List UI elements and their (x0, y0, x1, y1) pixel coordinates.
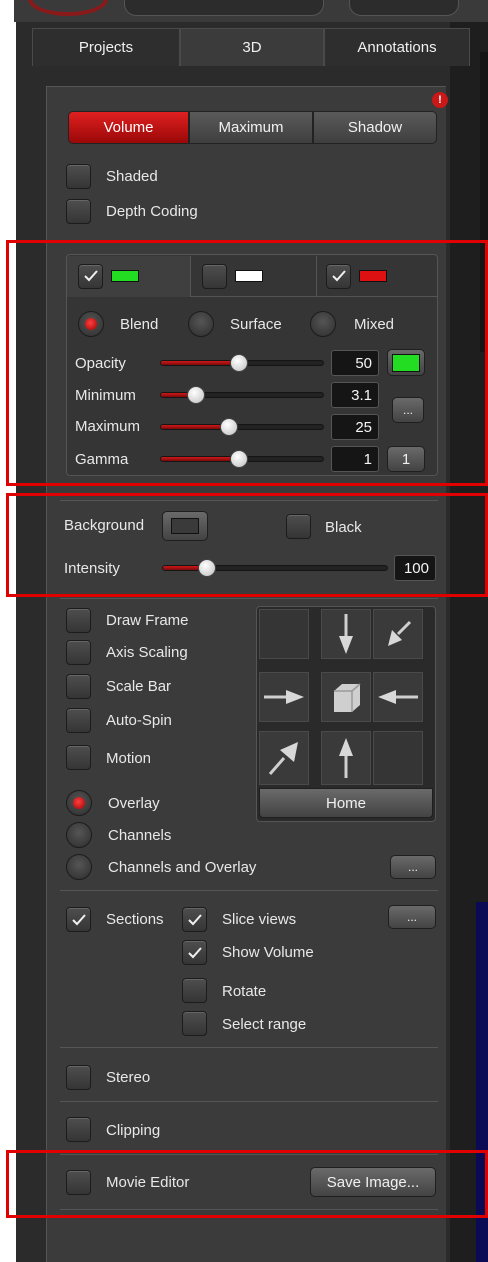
check-icon (71, 913, 86, 925)
minimum-slider-thumb[interactable] (187, 386, 206, 404)
view-right-button[interactable] (373, 672, 423, 722)
slice-views-checkbox[interactable] (182, 907, 207, 932)
opacity-slider-fill (161, 361, 239, 365)
rotate-label: Rotate (222, 983, 267, 1000)
overlay-options-button[interactable]: ... (390, 855, 436, 879)
toolbar-control[interactable] (124, 0, 324, 16)
arrow-up-icon (339, 738, 353, 778)
overlay-radio[interactable] (66, 790, 92, 816)
motion-label: Motion (106, 750, 152, 767)
show-volume-label: Show Volume (222, 944, 314, 961)
channels-label: Channels (108, 827, 172, 844)
arrow-down-icon (339, 614, 353, 654)
channels-and-overlay-label: Channels and Overlay (108, 859, 257, 876)
shaded-checkbox[interactable] (66, 164, 91, 189)
scale-bar-checkbox[interactable] (66, 674, 91, 699)
toolbar-control[interactable] (349, 0, 459, 16)
show-volume-checkbox[interactable] (182, 940, 207, 965)
scale-bar-label: Scale Bar (106, 678, 172, 695)
intensity-slider-track[interactable] (162, 565, 388, 571)
highlight-frame (6, 493, 488, 597)
view-front-button[interactable] (321, 672, 371, 722)
mode-maximum-button[interactable]: Maximum (189, 111, 313, 144)
maximum-slider-thumb[interactable] (219, 418, 238, 436)
divider (60, 598, 438, 599)
cube-icon (334, 683, 361, 712)
auto-spin-checkbox[interactable] (66, 708, 91, 733)
arrow-left-icon (378, 690, 418, 704)
app-logo-fragment (28, 0, 108, 16)
slice-views-label: Slice views (222, 911, 297, 928)
axis-scaling-checkbox[interactable] (66, 640, 91, 665)
channels-and-overlay-radio[interactable] (66, 854, 92, 880)
select-range-label: Select range (222, 1016, 307, 1033)
check-icon (187, 913, 202, 925)
select-range-checkbox[interactable] (182, 1011, 207, 1036)
warning-icon[interactable]: ! (432, 92, 448, 108)
auto-spin-label: Auto-Spin (106, 712, 172, 729)
home-view-button[interactable]: Home (259, 788, 433, 818)
axis-scaling-label: Axis Scaling (106, 644, 188, 661)
overlay-label: Overlay (108, 795, 160, 812)
depth-coding-label: Depth Coding (106, 203, 198, 220)
channels-radio[interactable] (66, 822, 92, 848)
mode-shadow-button[interactable]: Shadow (313, 111, 437, 144)
view-left-button[interactable] (259, 672, 309, 722)
arrow-right-icon (264, 690, 304, 704)
gamma-slider-fill (161, 457, 239, 461)
viewport-edge (450, 22, 488, 1262)
radio-selected-dot (73, 797, 85, 809)
motion-checkbox[interactable] (66, 745, 91, 770)
view-top-right-button[interactable] (373, 609, 423, 659)
divider (60, 1047, 438, 1048)
arrow-diagonal-icon (388, 620, 412, 646)
shaded-label: Shaded (106, 168, 158, 185)
stereo-checkbox[interactable] (66, 1065, 91, 1090)
top-toolbar-strip (14, 0, 488, 22)
tab-projects[interactable]: Projects (32, 28, 180, 66)
arrow-diagonal-icon (268, 742, 298, 775)
check-icon (187, 946, 202, 958)
draw-frame-checkbox[interactable] (66, 608, 91, 633)
view-bottom-left-button[interactable] (259, 731, 309, 785)
tab-3d[interactable]: 3D (180, 28, 324, 66)
tab-annotations[interactable]: Annotations (324, 28, 470, 66)
divider (60, 1101, 438, 1102)
divider (60, 890, 438, 891)
depth-coding-checkbox[interactable] (66, 199, 91, 224)
opacity-slider-thumb[interactable] (229, 354, 248, 372)
rotate-checkbox[interactable] (182, 978, 207, 1003)
maximum-slider-track[interactable] (160, 424, 324, 430)
highlight-frame (6, 1150, 488, 1218)
sections-options-button[interactable]: ... (388, 905, 436, 929)
sections-checkbox[interactable] (66, 907, 91, 932)
stereo-label: Stereo (106, 1069, 151, 1086)
draw-frame-label: Draw Frame (106, 612, 189, 629)
maximum-slider-fill (161, 425, 230, 429)
clipping-checkbox[interactable] (66, 1117, 91, 1142)
sections-label: Sections (106, 911, 164, 928)
gamma-slider-thumb[interactable] (229, 450, 248, 468)
mode-volume-button[interactable]: Volume (68, 111, 189, 144)
clipping-label: Clipping (106, 1122, 161, 1139)
view-cell-empty (373, 731, 423, 785)
view-bottom-button[interactable] (321, 731, 371, 785)
view-cell-empty (259, 609, 309, 659)
view-top-button[interactable] (321, 609, 371, 659)
minimum-slider-track[interactable] (160, 392, 324, 398)
